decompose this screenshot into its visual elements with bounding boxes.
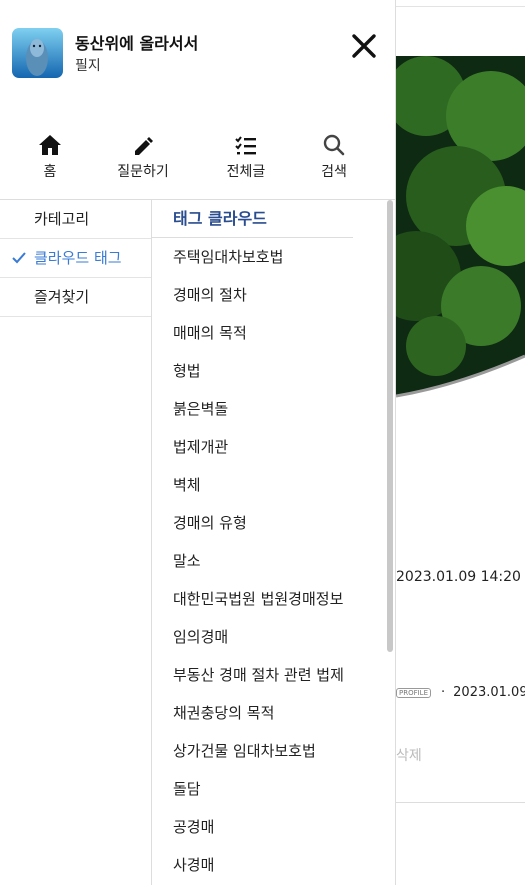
delete-link[interactable]: 삭제 bbox=[396, 745, 422, 765]
tag-item[interactable]: 붉은벽돌 bbox=[152, 390, 382, 428]
scrollbar[interactable] bbox=[387, 200, 393, 652]
home-icon bbox=[39, 135, 61, 155]
nav-all-posts[interactable]: 전체글 bbox=[201, 134, 291, 181]
tag-item[interactable]: 사경매 bbox=[152, 846, 382, 884]
tag-item[interactable]: 형법 bbox=[152, 352, 382, 390]
menu-item-favorites[interactable]: 즐겨찾기 bbox=[0, 278, 151, 317]
post-meta-secondary: PROFILE · 2023.01.09 bbox=[396, 685, 525, 700]
menu-item-label: 클라우드 태그 bbox=[34, 249, 122, 267]
tag-item[interactable]: 부동산 경매 절차 관련 법제 bbox=[152, 656, 382, 694]
nav-search-label: 검색 bbox=[321, 164, 347, 180]
hero-image bbox=[396, 56, 525, 401]
tag-item[interactable]: 법제개관 bbox=[152, 428, 382, 466]
tag-item[interactable]: 경매의 유형 bbox=[152, 504, 382, 542]
tag-item[interactable]: 매매의 목적 bbox=[152, 314, 382, 352]
tag-list: 주택임대차보호법 경매의 절차 매매의 목적 형법 붉은벽돌 법제개관 벽체 경매의 유형 말소… bbox=[152, 238, 382, 884]
tag-item[interactable]: 벽체 bbox=[152, 466, 382, 504]
tag-item[interactable]: 대한민국법원 법원경매정보 bbox=[152, 580, 382, 618]
list-icon bbox=[235, 136, 256, 155]
tag-item[interactable]: 경매의 절차 bbox=[152, 276, 382, 314]
post-date: 2023.01.09 bbox=[453, 685, 525, 700]
drawer-nav: 홈 질문하기 전체글 검색 bbox=[0, 134, 395, 184]
background-divider bbox=[396, 6, 525, 7]
tag-cloud-panel: 태그 클라우드 주택임대차보호법 경매의 절차 매매의 목적 형법 붉은벽돌 법제개관 벽체… bbox=[152, 200, 382, 884]
drawer-header: 동산위에 올라서서 필지 bbox=[12, 28, 382, 80]
tag-cloud-title: 태그 클라우드 bbox=[152, 200, 353, 238]
profile-badge: PROFILE bbox=[396, 687, 432, 698]
nav-home-label: 홈 bbox=[43, 164, 57, 180]
blog-title[interactable]: 동산위에 올라서서 bbox=[75, 30, 198, 54]
blog-subtitle: 필지 bbox=[75, 58, 101, 74]
background-divider bbox=[396, 802, 525, 803]
nav-ask[interactable]: 질문하기 bbox=[98, 134, 188, 181]
menu-item-label: 카테고리 bbox=[34, 210, 90, 228]
menu-item-label: 즐겨찾기 bbox=[34, 288, 90, 306]
separator-dot: · bbox=[441, 685, 446, 700]
blog-logo[interactable] bbox=[12, 28, 63, 78]
close-button[interactable] bbox=[351, 33, 377, 59]
tag-item[interactable]: 주택임대차보호법 bbox=[152, 238, 382, 276]
nav-all-posts-label: 전체글 bbox=[226, 164, 266, 180]
post-meta: 2023.01.09 14:20 신.. bbox=[396, 569, 525, 585]
pencil-icon bbox=[135, 137, 153, 155]
menu-item-cloud-tags[interactable]: 클라우드 태그 bbox=[0, 239, 151, 278]
nav-home[interactable]: 홈 bbox=[5, 134, 95, 181]
menu-item-categories[interactable]: 카테고리 bbox=[0, 200, 151, 239]
tag-item[interactable]: 공경매 bbox=[152, 808, 382, 846]
drawer-menu: 카테고리 클라우드 태그 즐겨찾기 bbox=[0, 200, 151, 317]
tag-item[interactable]: 채권충당의 목적 bbox=[152, 694, 382, 732]
close-icon bbox=[352, 34, 376, 58]
search-icon bbox=[323, 134, 345, 156]
tag-item[interactable]: 돌담 bbox=[152, 770, 382, 808]
tag-item[interactable]: 임의경매 bbox=[152, 618, 382, 656]
nav-search[interactable]: 검색 bbox=[289, 134, 379, 181]
tag-item[interactable]: 말소 bbox=[152, 542, 382, 580]
nav-ask-label: 질문하기 bbox=[117, 164, 169, 180]
tag-item[interactable]: 상가건물 임대차보호법 bbox=[152, 732, 382, 770]
side-drawer: 동산위에 올라서서 필지 홈 질문하기 전체글 검색 카테고리 클라우드 태그 … bbox=[0, 0, 396, 885]
